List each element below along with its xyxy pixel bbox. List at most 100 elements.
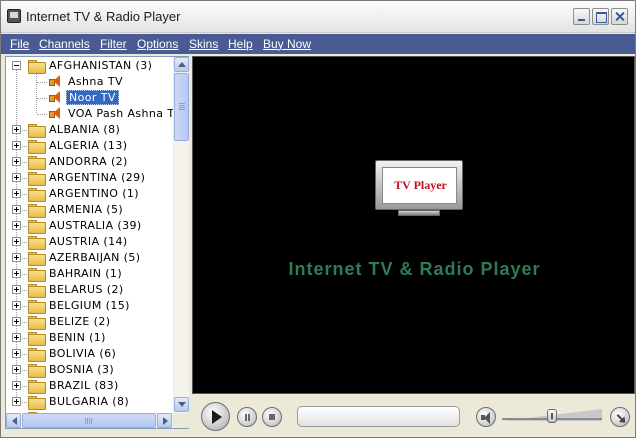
country-label: BOSNIA (3) xyxy=(49,363,115,376)
expand-toggle[interactable] xyxy=(12,173,21,182)
expand-toggle[interactable] xyxy=(12,381,21,390)
tree-country-row[interactable]: AUSTRIA (14) xyxy=(6,234,173,250)
tree-line xyxy=(22,130,27,131)
arrow-down-icon xyxy=(178,402,186,407)
tree-country-row[interactable]: ALGERIA (13) xyxy=(6,138,173,154)
country-label: BOLIVIA (6) xyxy=(49,347,117,360)
expand-toggle[interactable] xyxy=(12,333,21,342)
expand-toggle[interactable] xyxy=(12,285,21,294)
tree-line xyxy=(22,242,27,243)
menu-options[interactable]: Options xyxy=(137,37,178,51)
tree-country-row[interactable]: BOLIVIA (6) xyxy=(6,346,173,362)
scroll-right-button[interactable] xyxy=(157,413,172,428)
tree-country-row[interactable]: BELGIUM (15) xyxy=(6,298,173,314)
expand-toggle[interactable] xyxy=(12,301,21,310)
grip-icon xyxy=(179,103,185,104)
tree-country-row[interactable]: AUSTRALIA (39) xyxy=(6,218,173,234)
stop-button[interactable] xyxy=(262,407,282,427)
volume-icon[interactable] xyxy=(476,407,496,427)
scrollbar-corner xyxy=(173,413,189,428)
resize-arrow-icon[interactable] xyxy=(610,407,630,427)
expand-toggle[interactable] xyxy=(12,237,21,246)
tree-line xyxy=(37,82,47,83)
menu-file[interactable]: File xyxy=(10,37,29,51)
folder-icon xyxy=(28,172,46,186)
maximize-button[interactable] xyxy=(592,8,609,25)
expand-toggle[interactable] xyxy=(12,397,21,406)
folder-icon xyxy=(28,364,46,378)
tree-horizontal-scrollbar[interactable] xyxy=(6,413,173,428)
tree-channel-noor-tv[interactable]: Noor TV xyxy=(6,90,173,106)
tree-country-row[interactable]: BENIN (1) xyxy=(6,330,173,346)
country-label: BULGARIA (8) xyxy=(49,395,130,408)
tree-country-row[interactable]: ARMENIA (5) xyxy=(6,202,173,218)
play-button[interactable] xyxy=(201,402,230,431)
arrow-up-icon xyxy=(178,62,186,67)
vertical-scroll-thumb[interactable] xyxy=(174,73,189,141)
tree-line xyxy=(22,210,27,211)
speaker-icon xyxy=(49,107,63,120)
tree-country-row[interactable]: ARGENTINO (1) xyxy=(6,186,173,202)
tree-country-row[interactable]: BELIZE (2) xyxy=(6,314,173,330)
menu-help[interactable]: Help xyxy=(228,37,253,51)
pause-button[interactable] xyxy=(237,407,257,427)
tree-country-row[interactable]: BRAZIL (83) xyxy=(6,378,173,394)
expand-toggle[interactable] xyxy=(12,253,21,262)
tree-country-row[interactable]: BELARUS (2) xyxy=(6,282,173,298)
close-button[interactable] xyxy=(611,8,628,25)
tree-country-row[interactable]: ALBANIA (8) xyxy=(6,122,173,138)
scroll-up-button[interactable] xyxy=(174,57,189,72)
volume-knob[interactable] xyxy=(547,409,557,423)
tree-country-row[interactable]: BAHRAIN (1) xyxy=(6,266,173,282)
app-window: Internet TV & Radio Player File Channels… xyxy=(0,0,636,438)
seek-bar[interactable] xyxy=(297,406,460,427)
country-label: AUSTRALIA (39) xyxy=(49,219,142,232)
tree-channel-voa-pash-ashna[interactable]: VOA Pash Ashna T xyxy=(6,106,173,122)
tree-country-row[interactable]: BULGARIA (8) xyxy=(6,394,173,410)
arrow-right-icon xyxy=(163,417,168,425)
tree-line xyxy=(22,226,27,227)
scroll-down-button[interactable] xyxy=(174,397,189,412)
tree-country-row[interactable]: BOSNIA (3) xyxy=(6,362,173,378)
country-label: AUSTRIA (14) xyxy=(49,235,128,248)
tree-country-row[interactable]: ARGENTINA (29) xyxy=(6,170,173,186)
folder-icon xyxy=(28,332,46,346)
tree-vertical-scrollbar[interactable] xyxy=(173,57,189,413)
expand-toggle[interactable] xyxy=(12,317,21,326)
expand-toggle[interactable] xyxy=(12,157,21,166)
menu-buy-now[interactable]: Buy Now xyxy=(263,37,311,51)
horizontal-scroll-thumb[interactable] xyxy=(22,413,156,428)
folder-icon xyxy=(28,124,46,138)
country-label: AFGHANISTAN (3) xyxy=(49,59,153,72)
scroll-left-button[interactable] xyxy=(6,413,21,428)
expand-toggle[interactable] xyxy=(12,125,21,134)
tree-country-row[interactable]: ANDORRA (2) xyxy=(6,154,173,170)
channel-tree: AFGHANISTAN (3) Ashna TV Noor TV VOA Pas… xyxy=(5,56,189,429)
expand-toggle[interactable] xyxy=(12,221,21,230)
video-display[interactable]: TV Player Internet TV & Radio Player xyxy=(192,56,635,394)
tree-country-row[interactable]: AZERBAIJAN (5) xyxy=(6,250,173,266)
volume-slider[interactable] xyxy=(502,409,602,423)
title-bar[interactable]: Internet TV & Radio Player xyxy=(1,1,635,33)
playback-controls xyxy=(192,395,635,437)
tree-country-afghanistan[interactable]: AFGHANISTAN (3) xyxy=(6,58,173,74)
channel-label: Ashna TV xyxy=(68,75,123,88)
country-label: BENIN (1) xyxy=(49,331,106,344)
menu-channels[interactable]: Channels xyxy=(39,37,90,51)
expand-toggle[interactable] xyxy=(12,349,21,358)
expand-toggle[interactable] xyxy=(12,189,21,198)
tree-line xyxy=(22,370,27,371)
tree-channel-ashna-tv[interactable]: Ashna TV xyxy=(6,74,173,90)
collapse-toggle[interactable] xyxy=(12,61,21,70)
expand-toggle[interactable] xyxy=(12,269,21,278)
expand-toggle[interactable] xyxy=(12,205,21,214)
expand-toggle[interactable] xyxy=(12,365,21,374)
tv-app-icon xyxy=(7,9,21,23)
menu-skins[interactable]: Skins xyxy=(189,37,218,51)
video-title: Internet TV & Radio Player xyxy=(288,259,541,279)
minimize-button[interactable] xyxy=(573,8,590,25)
tree-line xyxy=(37,114,47,115)
expand-toggle[interactable] xyxy=(12,141,21,150)
menu-filter[interactable]: Filter xyxy=(100,37,127,51)
grip-icon xyxy=(85,418,86,424)
